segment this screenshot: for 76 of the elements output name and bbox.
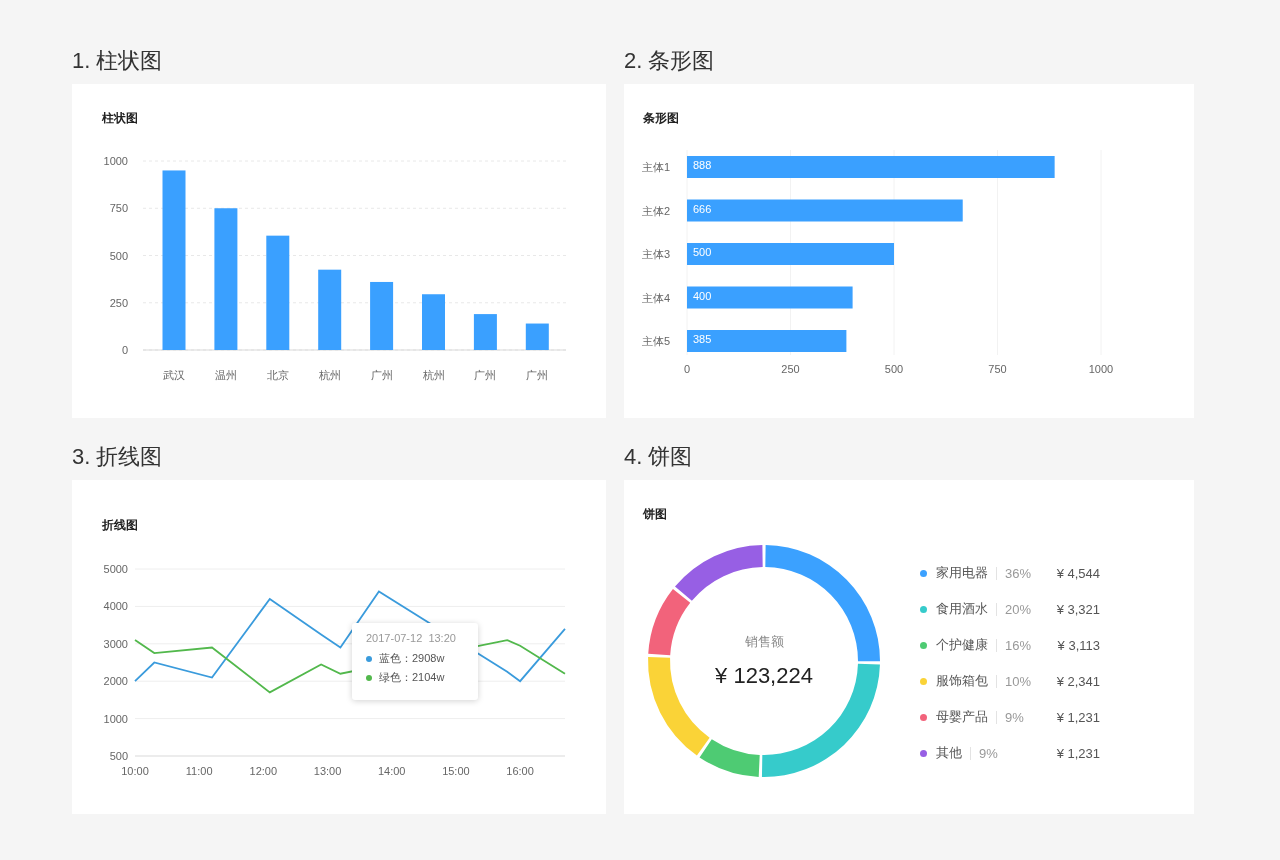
chart-title: 条形图	[643, 110, 680, 126]
axis-label: 14:00	[377, 765, 406, 777]
axis-label: 3000	[103, 637, 128, 650]
axis-label: 4000	[103, 600, 128, 613]
legend-label: 母婴产品	[936, 708, 988, 726]
axis-label: 13:00	[313, 765, 342, 777]
axis-label: 广州	[370, 369, 393, 381]
section-heading: 4. 饼图	[624, 443, 694, 471]
chart-title: 折线图	[102, 517, 139, 533]
tooltip-title: 2017-07-12 13:20	[366, 632, 457, 644]
legend-label: 家用电器	[936, 564, 988, 582]
data-label: 400	[693, 289, 712, 302]
legend-percent: 36%	[1004, 565, 1032, 581]
axis-label: 广州	[474, 369, 497, 381]
legend-percent: 10%	[1004, 673, 1032, 689]
chart-title: 柱状图	[102, 110, 139, 126]
chart-title: 饼图	[643, 506, 668, 522]
legend-amount: ¥ 3,321	[1055, 601, 1100, 617]
axis-label: 1000	[103, 155, 128, 167]
axis-label: 15:00	[442, 765, 470, 777]
bar	[473, 314, 497, 350]
axis-label: 250	[781, 363, 800, 375]
axis-label: 10:00	[121, 765, 149, 777]
axis-label: 主体1	[642, 161, 671, 173]
total-label: 销售额	[743, 633, 785, 651]
axis-label: 0	[683, 363, 691, 375]
axis-label: 750	[988, 363, 1007, 375]
section-heading: 1. 柱状图	[72, 47, 164, 75]
axis-label: 武汉	[163, 369, 185, 381]
legend-percent: 9%	[979, 745, 999, 761]
axis-label: 杭州	[318, 369, 341, 381]
axis-label: 500	[109, 249, 128, 262]
axis-label: 500	[884, 363, 904, 375]
total-value: ¥ 123,224	[714, 663, 814, 689]
axis-label: 0	[121, 344, 128, 356]
axis-label: 500	[109, 750, 128, 762]
axis-label: 1000	[103, 712, 128, 725]
section-heading: 3. 折线图	[72, 443, 164, 471]
legend-amount: ¥ 2,341	[1055, 673, 1100, 689]
section-heading: 2. 条形图	[624, 47, 716, 75]
axis-label: 主体5	[642, 335, 671, 347]
axis-label: 主体2	[642, 204, 671, 217]
axis-label: 11:00	[185, 765, 213, 777]
legend-label: 食用酒水	[936, 600, 988, 618]
legend-percent: 9%	[1004, 709, 1025, 725]
axis-label: 北京	[266, 369, 289, 381]
axis-label: 750	[109, 202, 128, 215]
tooltip-value: 绿色：2104w	[379, 670, 445, 685]
axis-label: 2000	[103, 675, 128, 688]
legend-label: 个护健康	[936, 636, 988, 654]
legend-amount: ¥ 1,231	[1055, 709, 1100, 725]
axis-label: 12:00	[249, 765, 278, 777]
axis-label: 杭州	[422, 369, 445, 381]
axis-label: 5000	[103, 563, 128, 575]
legend-label: 服饰箱包	[936, 672, 988, 690]
axis-label: 1000	[1088, 363, 1114, 375]
axis-label: 广州	[526, 369, 549, 381]
data-label: 666	[693, 202, 712, 215]
legend-percent: 16%	[1004, 637, 1032, 653]
legend-label: 其他	[936, 744, 962, 762]
bar	[525, 323, 549, 350]
legend-amount: ¥ 4,544	[1055, 565, 1100, 581]
axis-label: 16:00	[506, 765, 534, 777]
data-label: 500	[693, 246, 712, 258]
legend-percent: 20%	[1004, 601, 1032, 617]
data-label: 385	[693, 333, 712, 345]
bar	[370, 281, 394, 350]
axis-label: 主体4	[642, 291, 671, 304]
axis-label: 主体3	[642, 248, 671, 260]
legend-amount: ¥ 3,113	[1056, 637, 1100, 653]
bar	[422, 294, 445, 350]
data-label: 888	[693, 159, 712, 171]
axis-label: 250	[109, 296, 128, 309]
legend-amount: ¥ 1,231	[1055, 745, 1100, 761]
axis-label: 温州	[214, 369, 237, 381]
tooltip-value: 蓝色：2908w	[379, 651, 445, 666]
